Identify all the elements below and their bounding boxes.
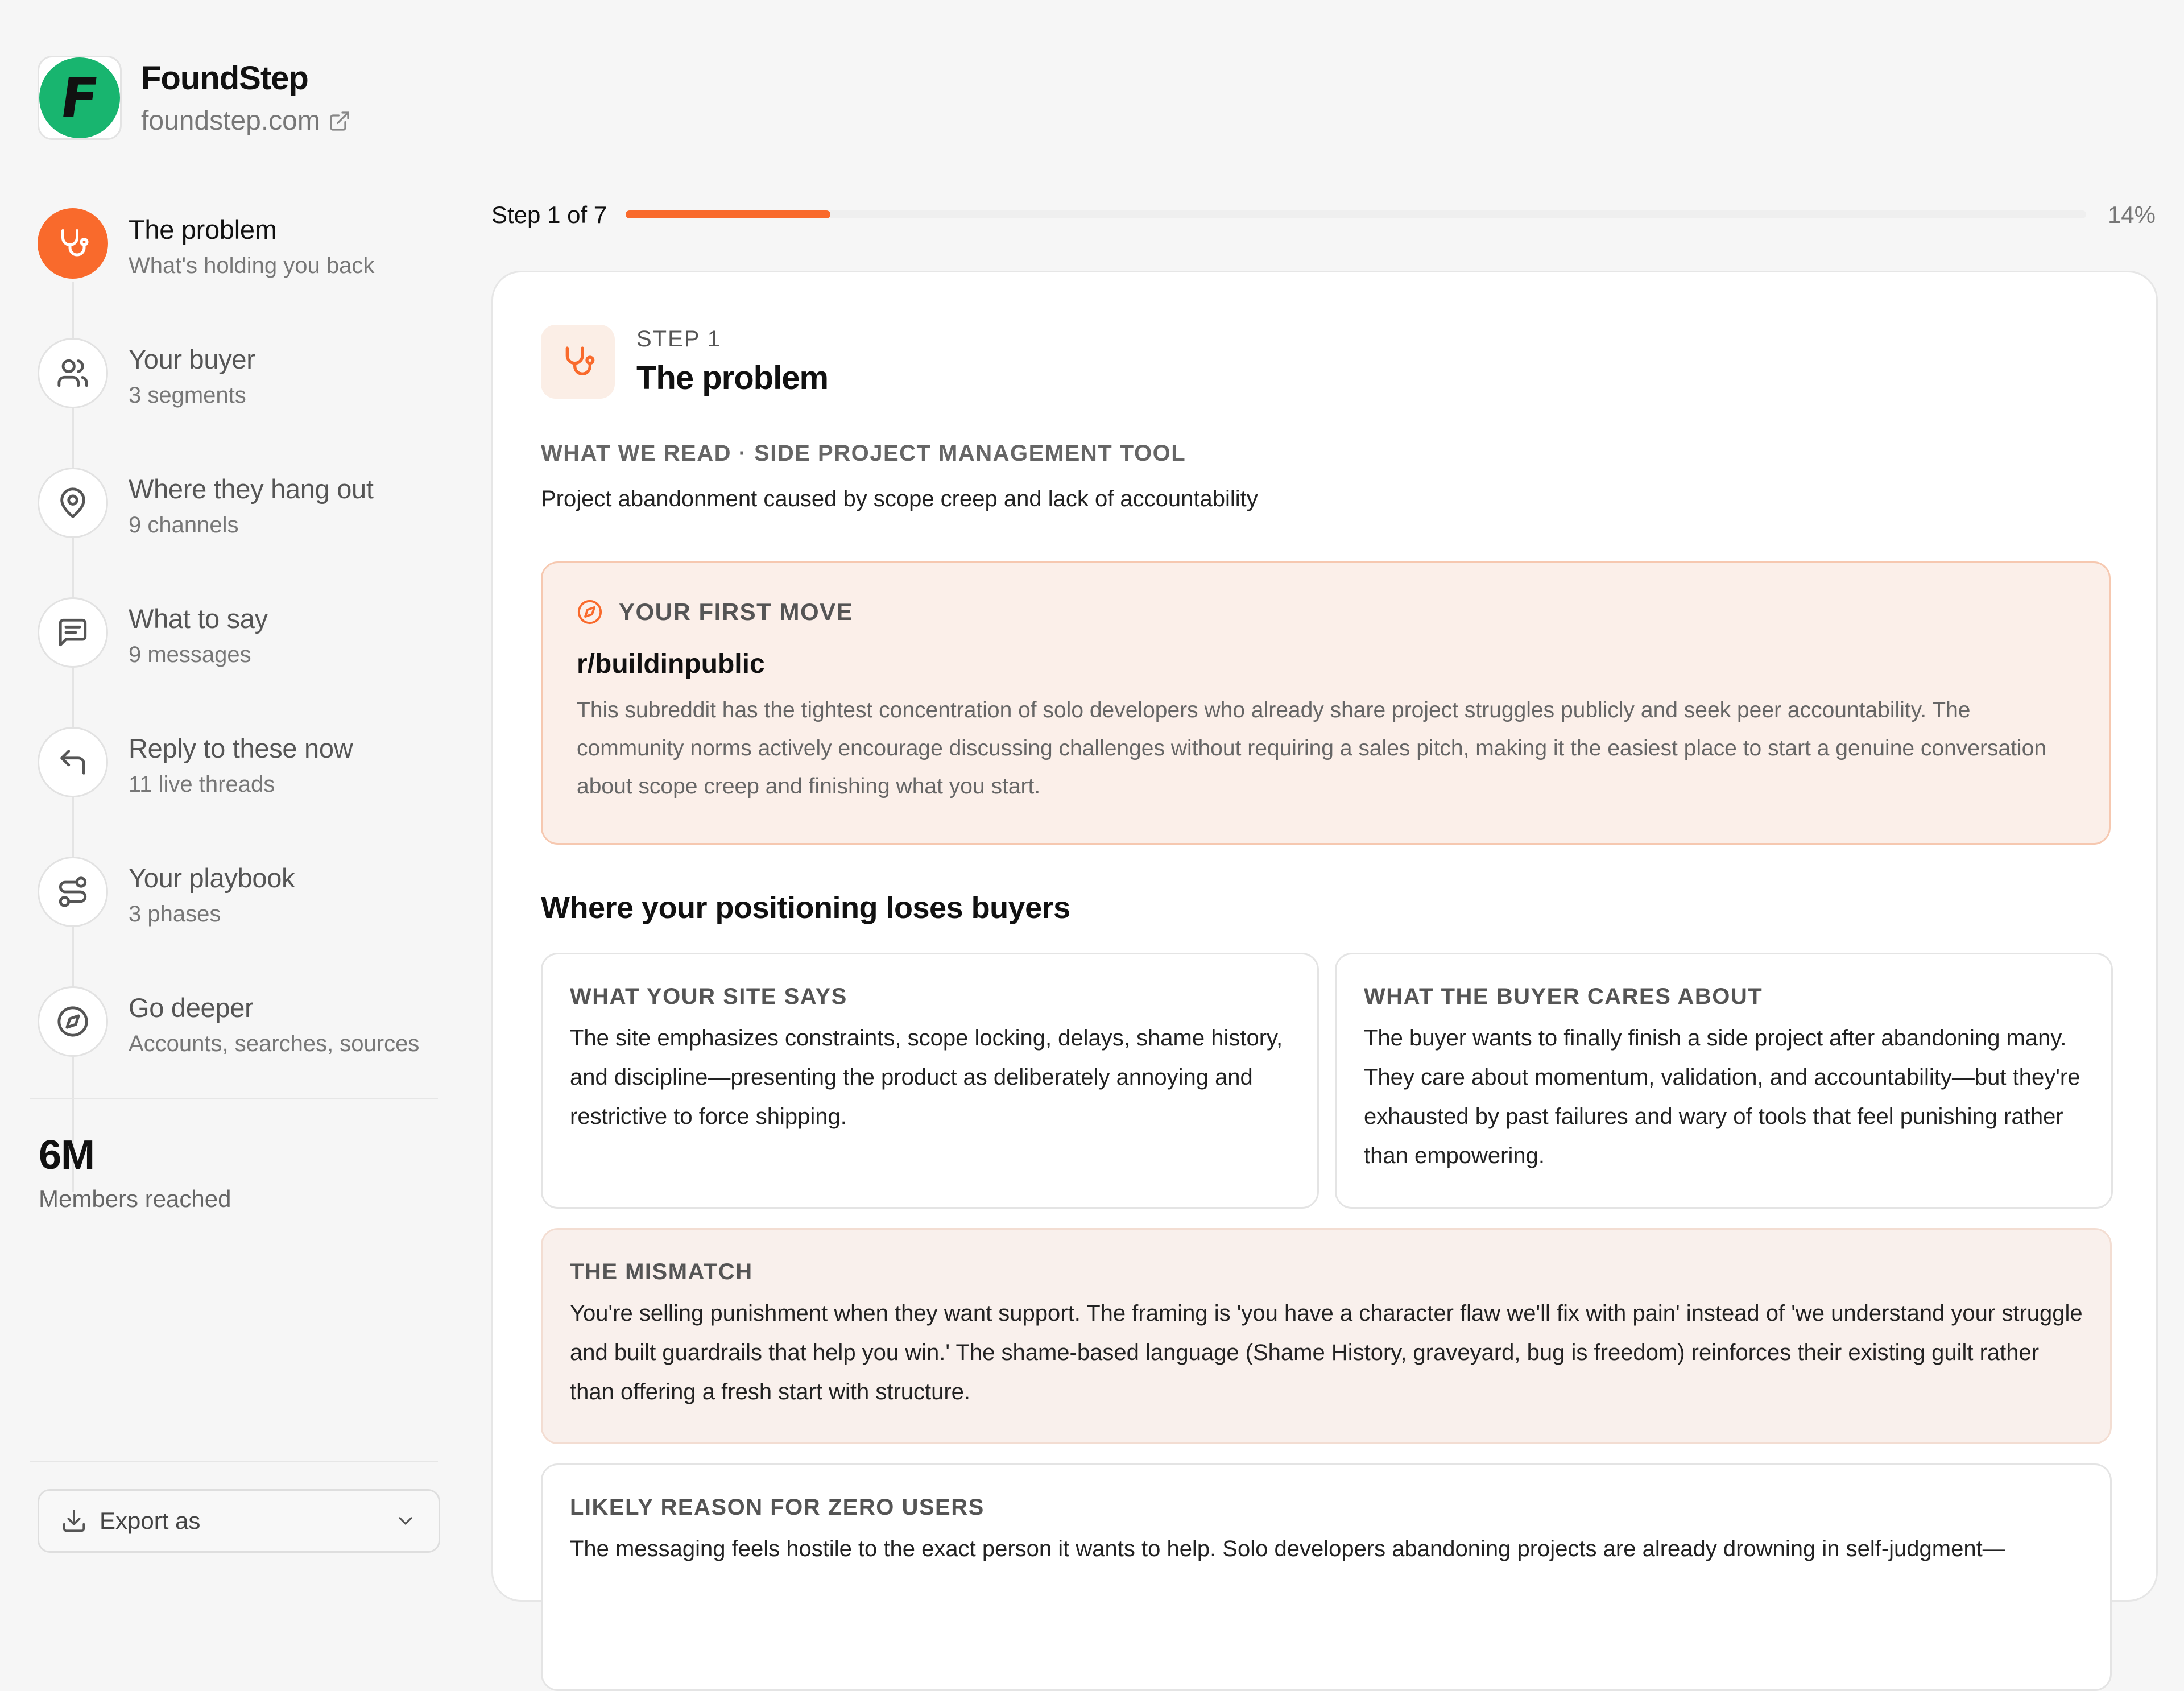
step-title: Your buyer [129, 344, 255, 374]
step-title: Go deeper [129, 993, 254, 1023]
step-title: The problem [129, 214, 277, 245]
step-icon-circle [38, 208, 108, 279]
progress-step-label: Step 1 of 7 [491, 201, 607, 228]
external-link-icon [330, 111, 349, 131]
reach-value: 6M [39, 1132, 95, 1178]
zero-users-reason-box: LIKELY REASON FOR ZERO USERS The messagi… [541, 1463, 2112, 1691]
brand-logo: F [39, 57, 120, 138]
step-item-channels[interactable]: Where they hang out 9 channels [38, 468, 447, 597]
brand-logo-letter: F [56, 66, 103, 130]
step-icon-circle [38, 468, 108, 538]
step-subtitle: What's holding you back [129, 253, 375, 278]
header-icon-tile [541, 325, 615, 399]
step-item-threads[interactable]: Reply to these now 11 live threads [38, 727, 447, 857]
route-icon [59, 876, 87, 907]
mismatch-body: You're selling punishment when they want… [570, 1301, 2083, 1404]
step-icon-circle [38, 597, 108, 668]
brand-url-text: foundstep.com [141, 106, 320, 136]
first-move-body: This subreddit has the tightest concentr… [577, 698, 2047, 799]
site-says-label: WHAT YOUR SITE SAYS [570, 984, 847, 1009]
step-content-card: STEP 1 The problem WHAT WE READ · SIDE P… [491, 271, 2158, 1691]
read-text: Project abandonment caused by scope cree… [541, 486, 1258, 511]
site-says-body: The site emphasizes constraints, scope l… [570, 1026, 1283, 1129]
message-icon [59, 618, 87, 647]
step-title: Reply to these now [129, 733, 353, 763]
step-subtitle: 3 phases [129, 902, 221, 927]
read-label: WHAT WE READ · SIDE PROJECT MANAGEMENT T… [541, 441, 1186, 466]
step-title: Where they hang out [129, 474, 374, 504]
first-move-callout: YOUR FIRST MOVE r/buildinpublic This sub… [541, 561, 2111, 845]
step-icon-circle [38, 338, 108, 408]
stethoscope-icon [61, 229, 89, 257]
progress-percent: 14% [2107, 201, 2156, 228]
sidebar-divider [30, 1461, 438, 1462]
step-item-messages[interactable]: What to say 9 messages [38, 597, 447, 727]
buyer-cares-box: WHAT THE BUYER CARES ABOUT The buyer wan… [1335, 953, 2113, 1209]
sidebar: F FoundStep foundstep.com The problem Wh… [0, 0, 449, 1570]
reply-icon [60, 750, 85, 775]
export-dropdown-button[interactable]: Export as [38, 1489, 440, 1553]
step-title: Your playbook [129, 863, 295, 893]
map-pin-icon [60, 487, 85, 518]
mismatch-box: THE MISMATCH You're selling punishment w… [541, 1228, 2112, 1444]
first-move-label: YOUR FIRST MOVE [619, 598, 854, 625]
site-says-box: WHAT YOUR SITE SAYS The site emphasizes … [541, 953, 1319, 1209]
section-title: Where your positioning loses buyers [541, 891, 1070, 925]
buyer-cares-label: WHAT THE BUYER CARES ABOUT [1364, 984, 1763, 1009]
brand-logo-frame: F [38, 56, 122, 140]
users-icon [57, 359, 88, 387]
step-item-playbook[interactable]: Your playbook 3 phases [38, 857, 447, 986]
buyer-cares-body: The buyer wants to finally finish a side… [1364, 1026, 2080, 1168]
reason-body: The messaging feels hostile to the exact… [570, 1536, 2005, 1561]
step-subtitle: 9 channels [129, 512, 239, 538]
compass-icon [57, 1006, 88, 1037]
step-item-buyer[interactable]: Your buyer 3 segments [38, 338, 447, 468]
step-icon-circle [38, 857, 108, 927]
brand-name: FoundStep [141, 60, 309, 97]
mismatch-label: THE MISMATCH [570, 1259, 753, 1284]
reach-label: Members reached [39, 1185, 231, 1212]
reason-label: LIKELY REASON FOR ZERO USERS [570, 1495, 985, 1520]
sidebar-divider [30, 1098, 438, 1099]
step-icon-circle [38, 727, 108, 797]
step-item-go-deeper[interactable]: Go deeper Accounts, searches, sources [38, 986, 447, 1116]
page-title: The problem [636, 359, 829, 396]
brand-header: F FoundStep foundstep.com [38, 56, 351, 140]
chevron-down-icon [399, 1517, 412, 1525]
step-icon-circle [38, 986, 108, 1057]
step-subtitle: Accounts, searches, sources [129, 1031, 420, 1056]
brand-url-link[interactable]: foundstep.com [141, 105, 351, 137]
step-title: What to say [129, 603, 268, 634]
step-subtitle: 3 segments [129, 383, 246, 408]
step-kicker: STEP 1 [636, 326, 722, 352]
stethoscope-icon [565, 346, 595, 375]
compass-icon [577, 600, 602, 625]
step-item-problem[interactable]: The problem What's holding you back [38, 208, 447, 338]
progress-bar-fill [626, 210, 830, 218]
step-subtitle: 11 live threads [129, 772, 275, 797]
progress-bar [626, 210, 2086, 218]
download-icon [63, 1510, 85, 1532]
export-label: Export as [100, 1507, 201, 1534]
card-header: STEP 1 The problem [541, 325, 829, 399]
step-subtitle: 9 messages [129, 642, 251, 667]
step-nav: The problem What's holding you back Your… [38, 208, 447, 1192]
first-move-title: r/buildinpublic [577, 649, 765, 679]
